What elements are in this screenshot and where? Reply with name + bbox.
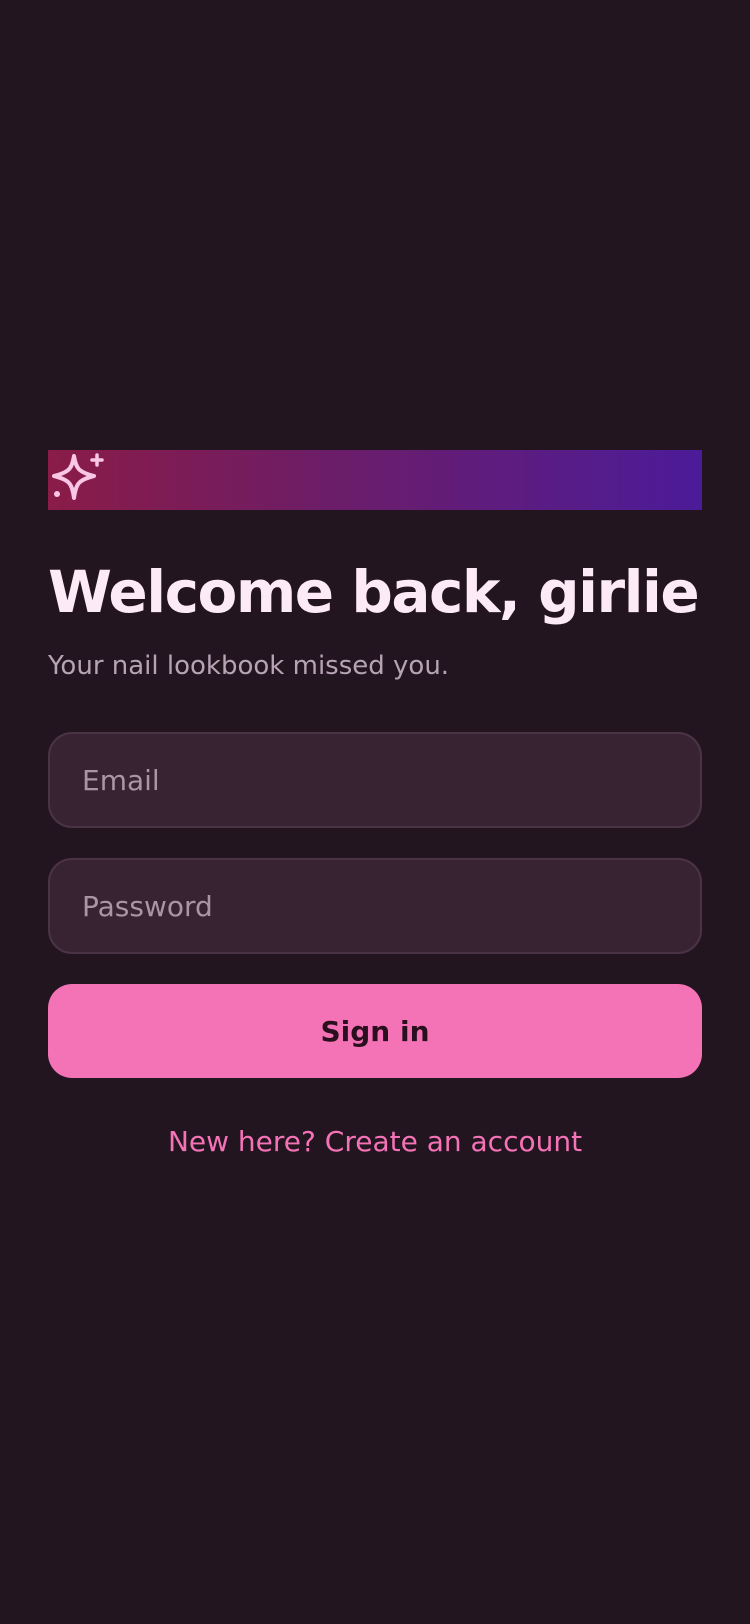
- sign-in-screen: Welcome back, girlie Your nail lookbook …: [0, 0, 750, 1624]
- create-account-link[interactable]: New here? Create an account: [0, 1122, 750, 1162]
- password-input[interactable]: [48, 858, 702, 954]
- email-input[interactable]: [48, 732, 702, 828]
- sign-in-button[interactable]: Sign in: [48, 984, 702, 1078]
- sparkles-icon: [52, 453, 104, 500]
- page-subtitle: Your nail lookbook missed you.: [48, 651, 450, 681]
- page-title: Welcome back, girlie: [48, 558, 700, 626]
- hero-banner: [48, 450, 702, 510]
